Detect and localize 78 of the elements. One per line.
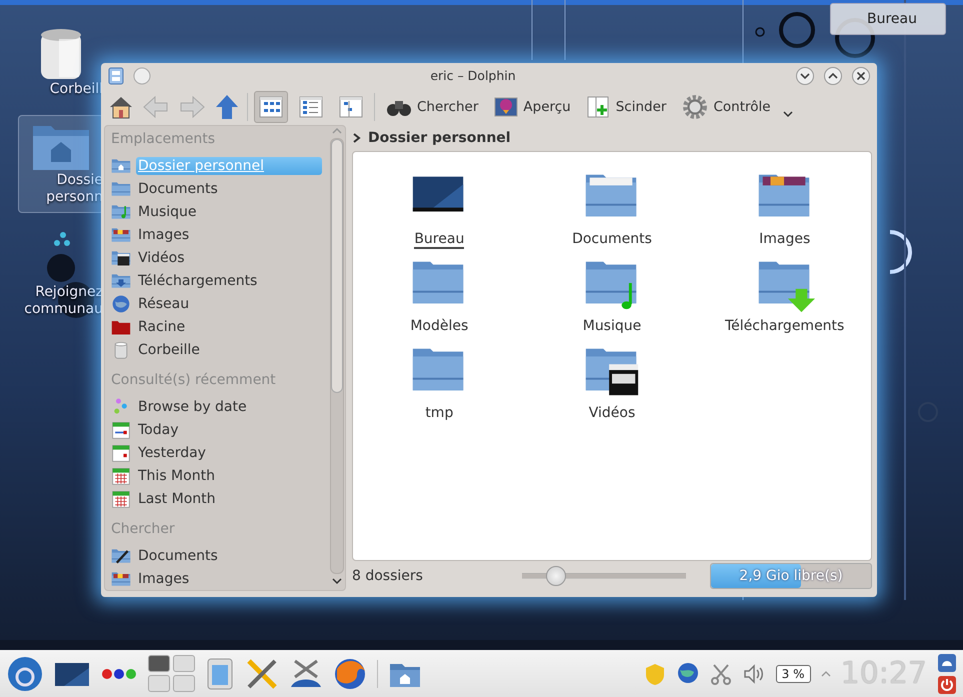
- calendar-icon: [111, 420, 131, 440]
- place-item[interactable]: Vidéos: [136, 248, 189, 266]
- place-item[interactable]: Images: [136, 570, 194, 588]
- calendar-icon: [111, 442, 131, 462]
- speaker-icon[interactable]: [742, 662, 766, 686]
- toolbar-button[interactable]: Chercher: [381, 90, 484, 122]
- desktop-icon-tile[interactable]: Corbeill: [18, 20, 104, 105]
- launcher-button[interactable]: [6, 654, 44, 692]
- desktop-pager-cell[interactable]: [173, 655, 195, 672]
- file-name[interactable]: Bureau: [414, 231, 464, 249]
- scroll-down-icon[interactable]: [331, 576, 343, 586]
- icons-view-icon: [259, 94, 283, 118]
- desktop-icon-label: Rejoignez communau: [23, 284, 103, 318]
- section-title: Emplacements: [111, 130, 216, 149]
- file-name[interactable]: Documents: [572, 231, 652, 249]
- place-item[interactable]: Yesterday: [136, 444, 210, 462]
- file-name[interactable]: Musique: [582, 318, 642, 336]
- tools-button[interactable]: [245, 656, 279, 690]
- desktop-icon-label: Corbeill: [48, 81, 103, 98]
- slider-thumb[interactable]: [546, 566, 566, 586]
- toolbar-button[interactable]: Contrôle: [677, 90, 776, 122]
- up-button[interactable]: [213, 92, 241, 120]
- file-name[interactable]: tmp: [425, 405, 454, 423]
- close-icon[interactable]: [851, 66, 871, 86]
- place-item[interactable]: Corbeille: [136, 340, 204, 358]
- columns-view-icon: [339, 94, 363, 118]
- tray-expand-icon[interactable]: [820, 670, 831, 678]
- place-item[interactable]: Today: [136, 420, 182, 438]
- scissors-icon[interactable]: [710, 662, 732, 684]
- chevron-down-icon[interactable]: [782, 108, 794, 118]
- place-item[interactable]: Documents: [136, 180, 222, 198]
- settings-icon: [682, 94, 708, 120]
- view-mode-button[interactable]: [254, 90, 288, 122]
- section-title: Chercher: [111, 520, 176, 539]
- place-item[interactable]: Images: [136, 226, 194, 244]
- battery-indicator[interactable]: 3 %: [776, 664, 811, 682]
- place-item[interactable]: Documents: [136, 546, 222, 564]
- desktop-pager-cell[interactable]: [148, 675, 170, 692]
- desktop-icon-label: Dossie personn: [45, 172, 103, 206]
- file-manager-icon: [107, 66, 125, 84]
- place-item[interactable]: Last Month: [136, 490, 220, 508]
- power-icon[interactable]: [937, 674, 957, 694]
- browser-button[interactable]: [333, 656, 367, 690]
- file-name[interactable]: Téléchargements: [724, 318, 844, 336]
- place-item[interactable]: Browse by date: [136, 398, 251, 416]
- window-title: eric – Dolphin: [429, 68, 517, 83]
- breadcrumb[interactable]: Dossier personnel: [368, 130, 511, 146]
- scrollbar[interactable]: [330, 138, 344, 574]
- desktop-pager-cell[interactable]: [148, 655, 170, 672]
- place-item[interactable]: Musique: [136, 202, 201, 220]
- toolbar-button[interactable]: Aperçu: [489, 90, 576, 122]
- file-name[interactable]: Vidéos: [588, 405, 636, 423]
- place-item[interactable]: Racine: [136, 318, 190, 336]
- globe-icon[interactable]: [676, 662, 700, 686]
- desktop-icon-tile[interactable]: Rejoignez communau: [18, 223, 104, 325]
- maximize-icon[interactable]: [823, 66, 843, 86]
- section-title: Consulté(s) récemment: [111, 371, 277, 390]
- calendar-icon: [111, 466, 131, 486]
- file-name[interactable]: Images: [759, 231, 810, 249]
- split-view-icon: [586, 94, 611, 118]
- minimize-icon[interactable]: [795, 66, 815, 86]
- chevron-right-icon: [352, 132, 362, 144]
- status-text: 8 dossiers: [352, 568, 424, 584]
- desktop-pager-cell[interactable]: [173, 675, 195, 692]
- file-name[interactable]: Modèles: [410, 318, 468, 336]
- toolbar-button[interactable]: Scinder: [582, 90, 672, 122]
- calendar-icon: [111, 488, 131, 508]
- details-view-icon: [299, 94, 323, 118]
- place-item[interactable]: Réseau: [136, 294, 194, 312]
- balloon-picture-icon: [494, 96, 518, 118]
- desktop-icon-tile[interactable]: Dossie personn: [18, 115, 104, 213]
- place-item[interactable]: Téléchargements: [136, 272, 262, 290]
- activities-button[interactable]: [100, 666, 138, 680]
- desktop-toolbox-button[interactable]: Bureau: [830, 3, 946, 35]
- lock-icon[interactable]: [937, 652, 957, 672]
- cabinet-button[interactable]: [205, 656, 235, 690]
- network-icon: [111, 294, 131, 314]
- place-item[interactable]: This Month: [136, 466, 219, 484]
